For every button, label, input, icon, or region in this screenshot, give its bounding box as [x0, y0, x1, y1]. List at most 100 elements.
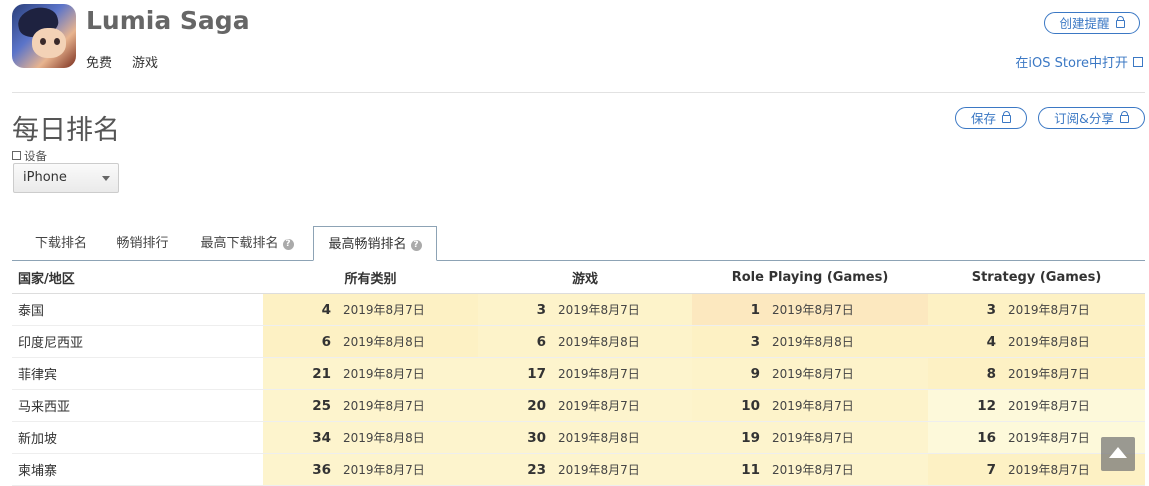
rank-date: 2019年8月8日 [558, 431, 640, 445]
lock-icon [1119, 111, 1129, 123]
create-alert-label: 创建提醒 [1059, 16, 1110, 31]
rank-value: 23 [527, 461, 546, 478]
tab-label: 最高畅销排名 [328, 237, 407, 252]
app-title: Lumia Saga [86, 6, 250, 35]
app-icon-eye-right [54, 38, 60, 45]
help-icon[interactable]: ? [282, 239, 294, 250]
rank-value: 3 [986, 301, 996, 318]
rank-cell: 3 2019年8月7日 [478, 293, 692, 326]
rank-cell: 19 2019年8月7日 [692, 421, 928, 454]
rank-value: 4 [321, 301, 331, 318]
rank-value: 20 [527, 397, 546, 414]
caret-down-icon [102, 176, 110, 181]
column-header-role-playing[interactable]: Role Playing (Games) [692, 261, 928, 294]
rank-date: 2019年8月7日 [343, 367, 425, 381]
save-button[interactable]: 保存 [955, 107, 1027, 129]
rank-value: 34 [312, 429, 331, 446]
country-cell[interactable]: 泰国 [12, 293, 263, 326]
rank-cell: 10 2019年8月7日 [692, 389, 928, 422]
subscribe-share-button[interactable]: 订阅&分享 [1038, 107, 1145, 129]
rank-date: 2019年8月8日 [558, 335, 640, 349]
lock-icon [1002, 111, 1011, 123]
tab-grossing[interactable]: 畅销排行 [106, 226, 179, 261]
rank-cell-content: 3 2019年8月7日 [928, 294, 1145, 325]
tab-label: 最高下载排名 [200, 236, 279, 251]
rank-cell-content: 30 2019年8月8日 [478, 422, 692, 453]
rank-date: 2019年8月7日 [343, 399, 425, 413]
rank-cell-content: 10 2019年8月7日 [692, 390, 928, 421]
tab-top-downloads[interactable]: 最高下载排名? [188, 226, 306, 261]
rank-value: 12 [977, 397, 996, 414]
price-tag: 免费 [86, 56, 113, 71]
rank-cell: 4 2019年8月7日 [263, 293, 478, 326]
country-cell[interactable]: 印度尼西亚 [12, 325, 263, 358]
subscribe-share-label: 订阅&分享 [1054, 111, 1114, 126]
rank-value: 3 [536, 301, 546, 318]
rank-cell: 8 2019年8月7日 [928, 357, 1145, 390]
rank-date: 2019年8月7日 [1008, 431, 1090, 445]
rank-value: 1 [750, 301, 760, 318]
app-icon [12, 4, 76, 68]
help-icon[interactable]: ? [410, 240, 422, 251]
rank-cell-content: 21 2019年8月7日 [263, 358, 478, 389]
rank-date: 2019年8月7日 [1008, 463, 1090, 477]
rank-cell-content: 3 2019年8月7日 [478, 294, 692, 325]
rank-cell-content: 9 2019年8月7日 [692, 358, 928, 389]
rank-value: 6 [321, 333, 331, 350]
rank-value: 11 [741, 461, 760, 478]
category-tag[interactable]: 游戏 [132, 52, 158, 71]
rank-value: 6 [536, 333, 546, 350]
rank-value: 3 [750, 333, 760, 350]
rank-date: 2019年8月8日 [1008, 335, 1090, 349]
tab-top-grossing[interactable]: 最高畅销排名? [313, 226, 437, 261]
country-cell[interactable]: 菲律宾 [12, 357, 263, 390]
rank-date: 2019年8月7日 [1008, 303, 1090, 317]
rank-cell: 6 2019年8月8日 [478, 325, 692, 358]
rank-cell-content: 4 2019年8月8日 [928, 326, 1145, 357]
country-cell[interactable]: 柬埔寨 [12, 453, 263, 486]
column-header-country[interactable]: 国家/地区 [12, 261, 263, 294]
rank-cell-content: 20 2019年8月7日 [478, 390, 692, 421]
ranking-table: 国家/地区 所有类别 游戏 Role Playing (Games) Strat… [12, 261, 1145, 486]
country-cell[interactable]: 马来西亚 [12, 389, 263, 422]
rank-date: 2019年8月7日 [343, 303, 425, 317]
scroll-to-top-button[interactable] [1101, 437, 1135, 471]
rank-date: 2019年8月7日 [772, 463, 854, 477]
rank-cell: 34 2019年8月8日 [263, 421, 478, 454]
table-row: 新加坡 34 2019年8月8日 30 2019年8月8日 19 2019年8月7日 16 20… [12, 421, 1145, 454]
rank-value: 17 [527, 365, 546, 382]
tab-downloads[interactable]: 下载排名 [12, 226, 110, 261]
ios-store-link[interactable]: 在iOS Store中打开 [1015, 52, 1143, 71]
app-icon-eye-left [40, 38, 46, 45]
rank-date: 2019年8月7日 [772, 367, 854, 381]
table-row: 印度尼西亚 6 2019年8月8日 6 2019年8月8日 3 2019年8月8日 4 2019… [12, 325, 1145, 358]
device-label-text: 设备 [24, 149, 47, 163]
save-label: 保存 [970, 111, 996, 126]
table-row: 泰国 4 2019年8月7日 3 2019年8月7日 1 2019年8月7日 3 2019年8月… [12, 293, 1145, 326]
rank-cell-content: 1 2019年8月7日 [692, 294, 928, 325]
column-header-all-categories[interactable]: 所有类别 [263, 261, 478, 294]
column-header-games[interactable]: 游戏 [478, 261, 692, 294]
device-select[interactable]: iPhone [13, 163, 119, 193]
rank-cell: 4 2019年8月8日 [928, 325, 1145, 358]
lock-icon [1115, 16, 1125, 28]
create-alert-button[interactable]: 创建提醒 [1044, 12, 1140, 34]
rank-cell-content: 4 2019年8月7日 [263, 294, 478, 325]
tab-label: 下载排名 [34, 236, 87, 251]
rank-value: 25 [312, 397, 331, 414]
rank-cell: 1 2019年8月7日 [692, 293, 928, 326]
rank-date: 2019年8月8日 [343, 335, 425, 349]
country-cell[interactable]: 新加坡 [12, 421, 263, 454]
rank-date: 2019年8月7日 [558, 367, 640, 381]
rank-date: 2019年8月7日 [1008, 367, 1090, 381]
rank-date: 2019年8月7日 [772, 399, 854, 413]
rank-cell-content: 6 2019年8月8日 [478, 326, 692, 357]
ios-store-label: 在iOS Store中打开 [1015, 56, 1128, 71]
device-select-value: iPhone [23, 170, 67, 185]
rank-cell: 9 2019年8月7日 [692, 357, 928, 390]
rank-cell: 12 2019年8月7日 [928, 389, 1145, 422]
rank-cell: 3 2019年8月7日 [928, 293, 1145, 326]
rank-date: 2019年8月7日 [558, 399, 640, 413]
rank-cell-content: 36 2019年8月7日 [263, 454, 478, 485]
column-header-strategy[interactable]: Strategy (Games) [928, 261, 1145, 294]
